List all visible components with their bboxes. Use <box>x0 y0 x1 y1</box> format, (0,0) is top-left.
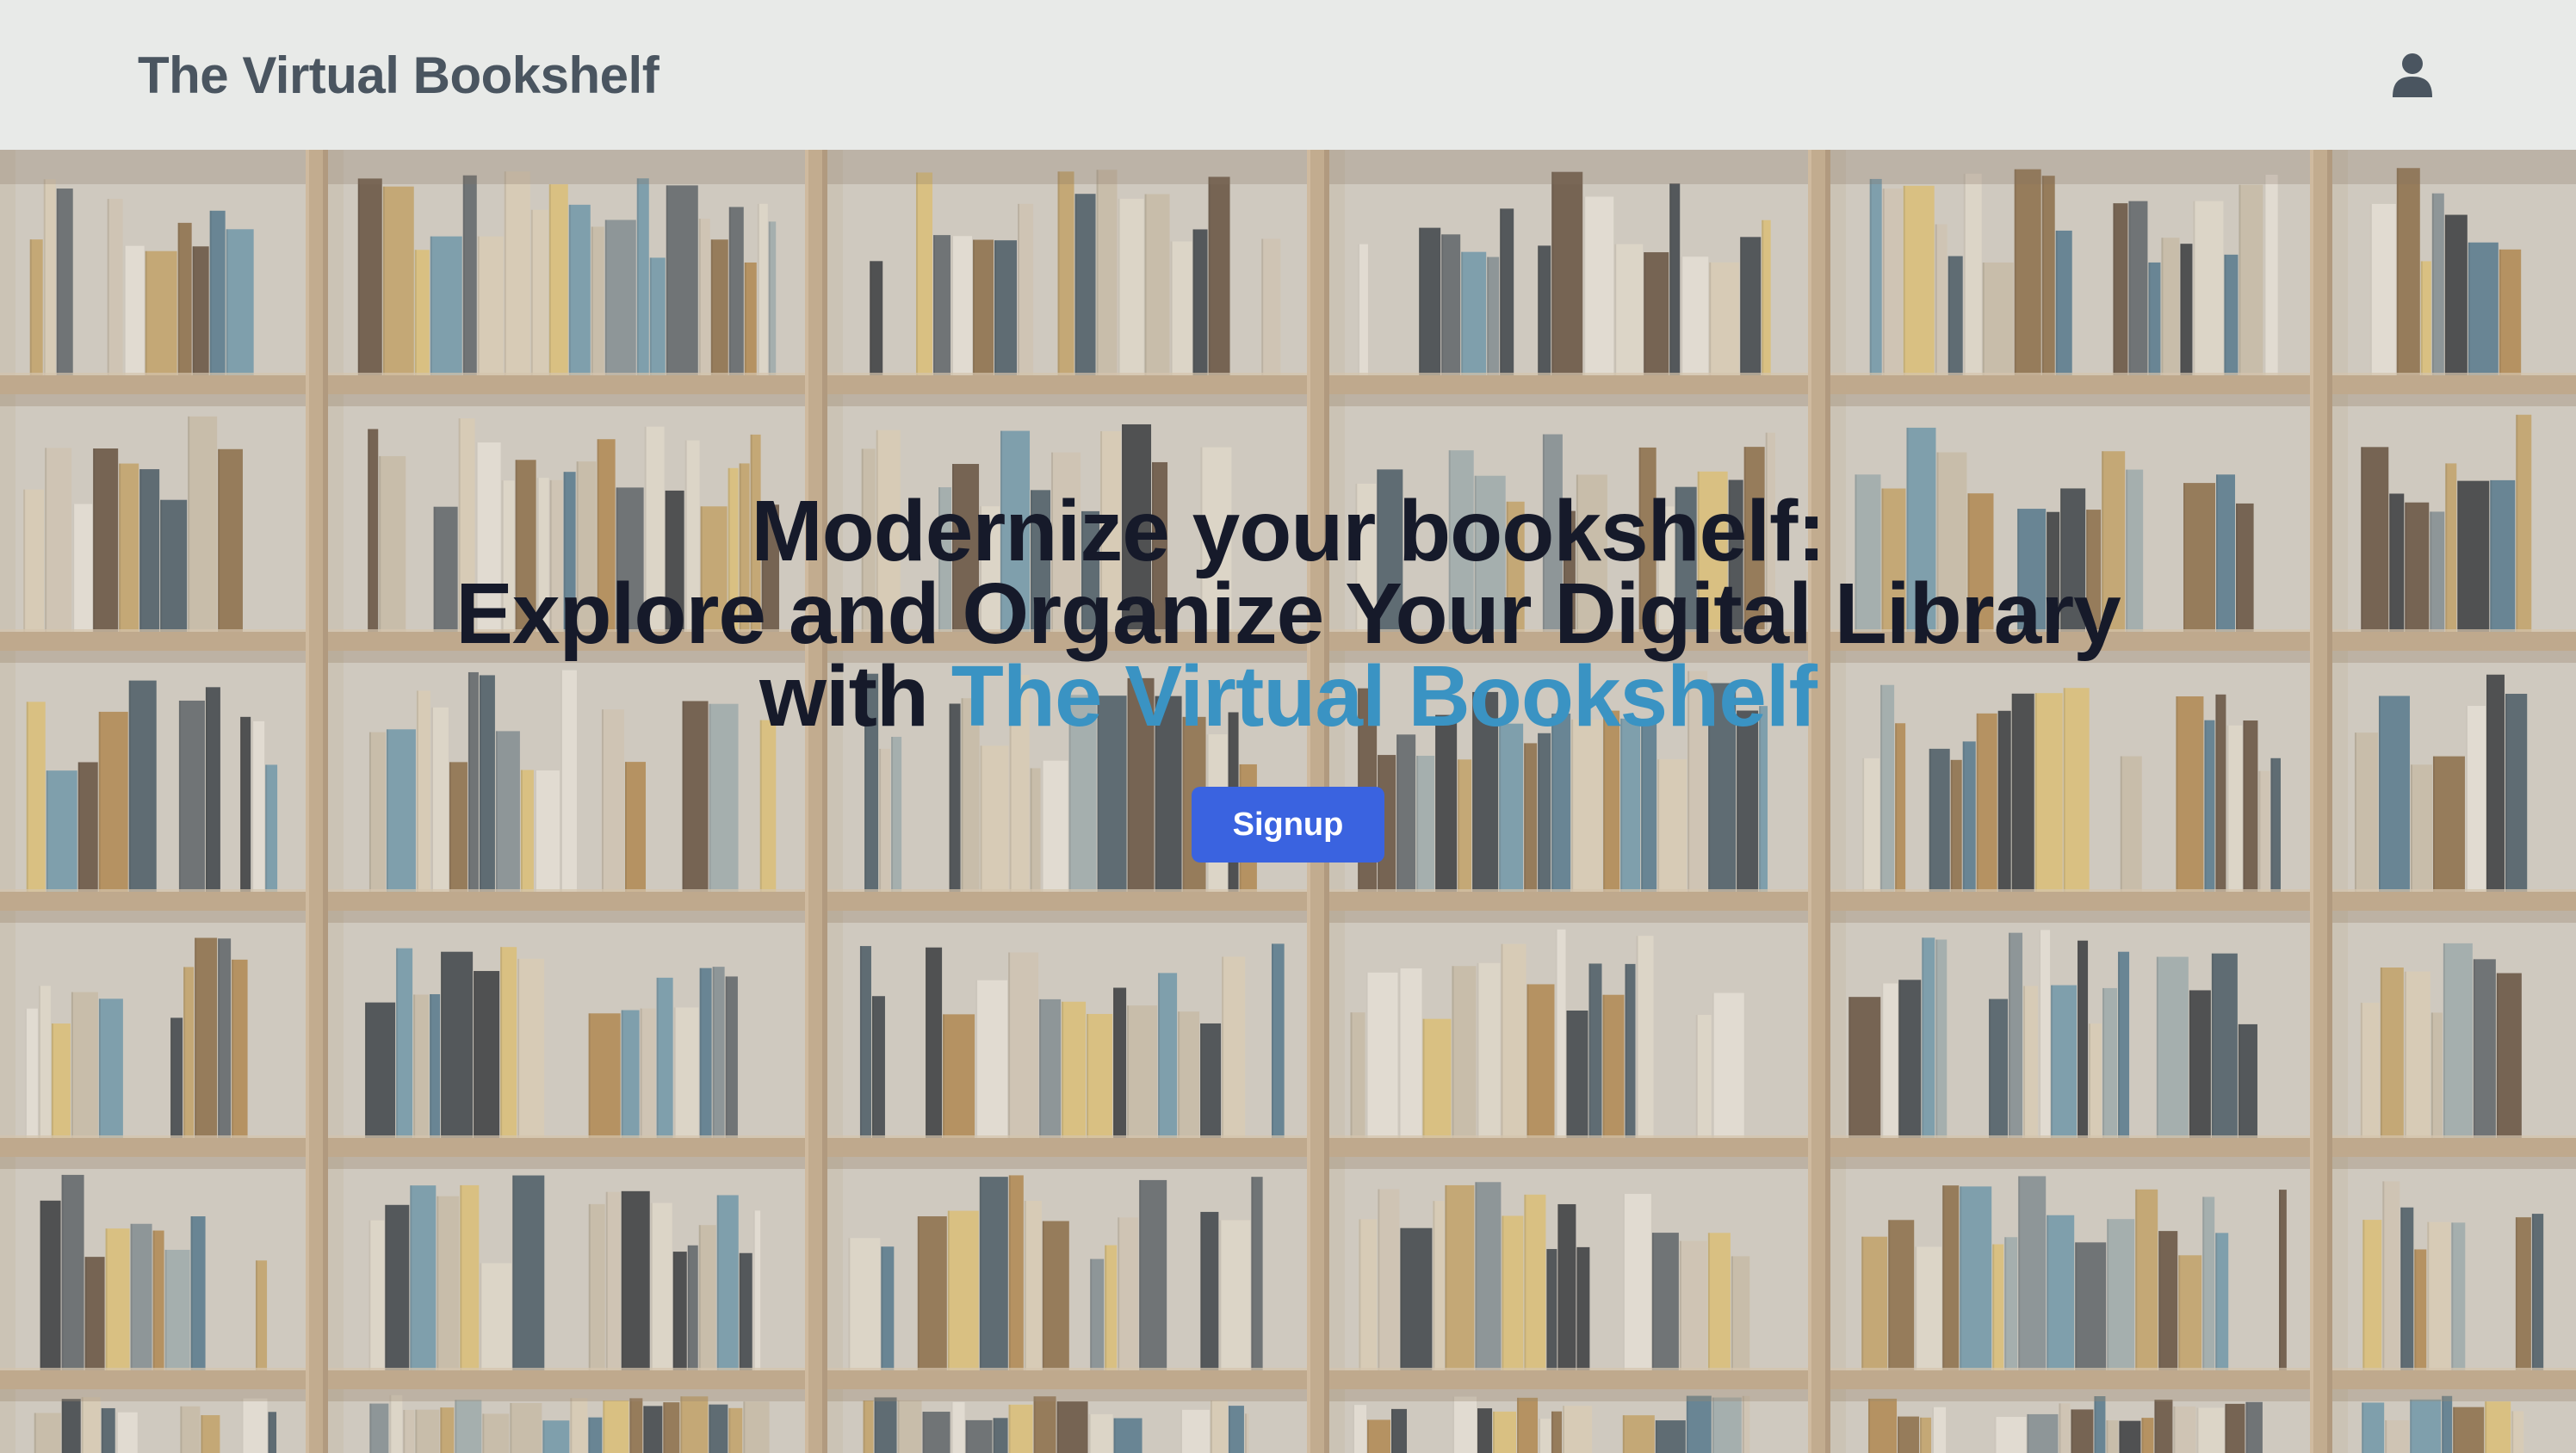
brand-logo[interactable]: The Virtual Bookshelf <box>138 46 659 105</box>
headline-brand-accent: The Virtual Bookshelf <box>951 648 1817 745</box>
hero-section: Modernize your bookshelf: Explore and Or… <box>0 150 2576 1453</box>
user-icon <box>2393 53 2432 97</box>
user-account-button[interactable] <box>2387 49 2438 101</box>
hero-headline: Modernize your bookshelf: Explore and Or… <box>0 488 2576 739</box>
hero-content: Modernize your bookshelf: Explore and Or… <box>0 488 2576 863</box>
signup-button[interactable]: Signup <box>1192 787 1384 863</box>
navbar: The Virtual Bookshelf <box>0 0 2576 150</box>
headline-with: with <box>759 648 951 745</box>
